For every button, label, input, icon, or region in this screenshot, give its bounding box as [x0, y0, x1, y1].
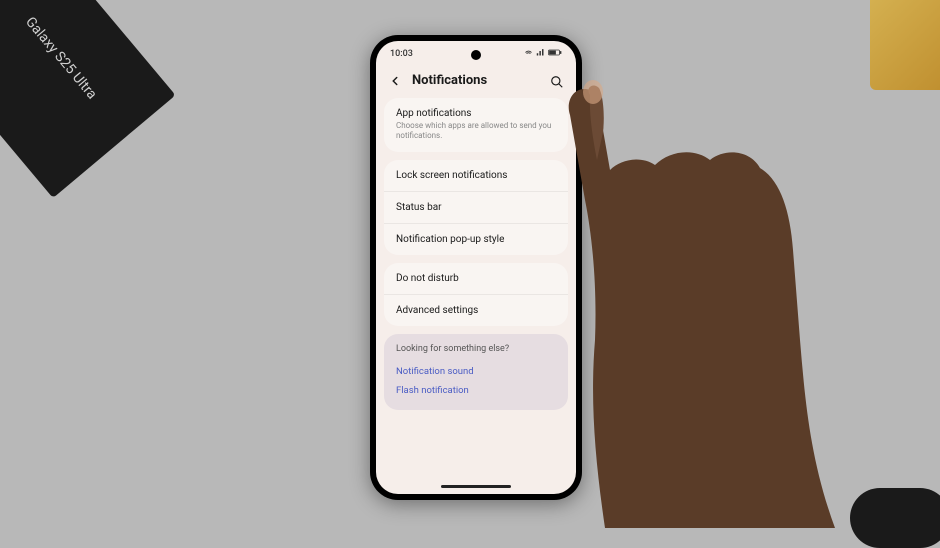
item-title: Status bar [396, 202, 556, 213]
settings-item-status-bar[interactable]: Status bar [384, 192, 568, 224]
item-title: App notifications [396, 108, 556, 119]
settings-item-lock-screen[interactable]: Lock screen notifications [384, 160, 568, 192]
search-icon[interactable] [550, 74, 564, 88]
status-icons [524, 48, 562, 60]
suggestion-link-flash-notification[interactable]: Flash notification [396, 381, 556, 400]
wifi-icon [524, 48, 533, 60]
item-title: Lock screen notifications [396, 170, 556, 181]
settings-item-app-notifications[interactable]: App notifications Choose which apps are … [384, 98, 568, 152]
signal-icon [536, 48, 545, 60]
item-title: Do not disturb [396, 273, 556, 284]
hand-overlay [555, 60, 905, 528]
settings-group: Do not disturb Advanced settings [384, 263, 568, 326]
page-header: Notifications [376, 67, 576, 98]
nav-handle[interactable] [441, 485, 511, 488]
back-icon[interactable] [388, 74, 402, 88]
suggestion-title: Looking for something else? [396, 344, 556, 354]
suggestion-link-notification-sound[interactable]: Notification sound [396, 362, 556, 381]
suggestion-card: Looking for something else? Notification… [384, 334, 568, 410]
page-title: Notifications [412, 73, 540, 88]
wooden-block [870, 0, 940, 90]
battery-icon [548, 48, 562, 60]
camera-hole [471, 50, 481, 60]
settings-item-advanced[interactable]: Advanced settings [384, 295, 568, 326]
product-box-label: Galaxy S25 Ultra [22, 14, 100, 102]
item-title: Notification pop-up style [396, 234, 556, 245]
status-time: 10:03 [390, 49, 413, 59]
settings-item-dnd[interactable]: Do not disturb [384, 263, 568, 295]
settings-group: App notifications Choose which apps are … [384, 98, 568, 152]
dark-object [850, 488, 940, 548]
product-box: Galaxy S25 Ultra [0, 0, 176, 198]
settings-group: Lock screen notifications Status bar Not… [384, 160, 568, 255]
settings-content: App notifications Choose which apps are … [376, 98, 576, 410]
phone-screen: 10:03 Notifications [376, 41, 576, 494]
settings-item-popup-style[interactable]: Notification pop-up style [384, 224, 568, 255]
item-subtitle: Choose which apps are allowed to send yo… [396, 121, 556, 142]
item-title: Advanced settings [396, 305, 556, 316]
phone-frame: 10:03 Notifications [370, 35, 582, 500]
